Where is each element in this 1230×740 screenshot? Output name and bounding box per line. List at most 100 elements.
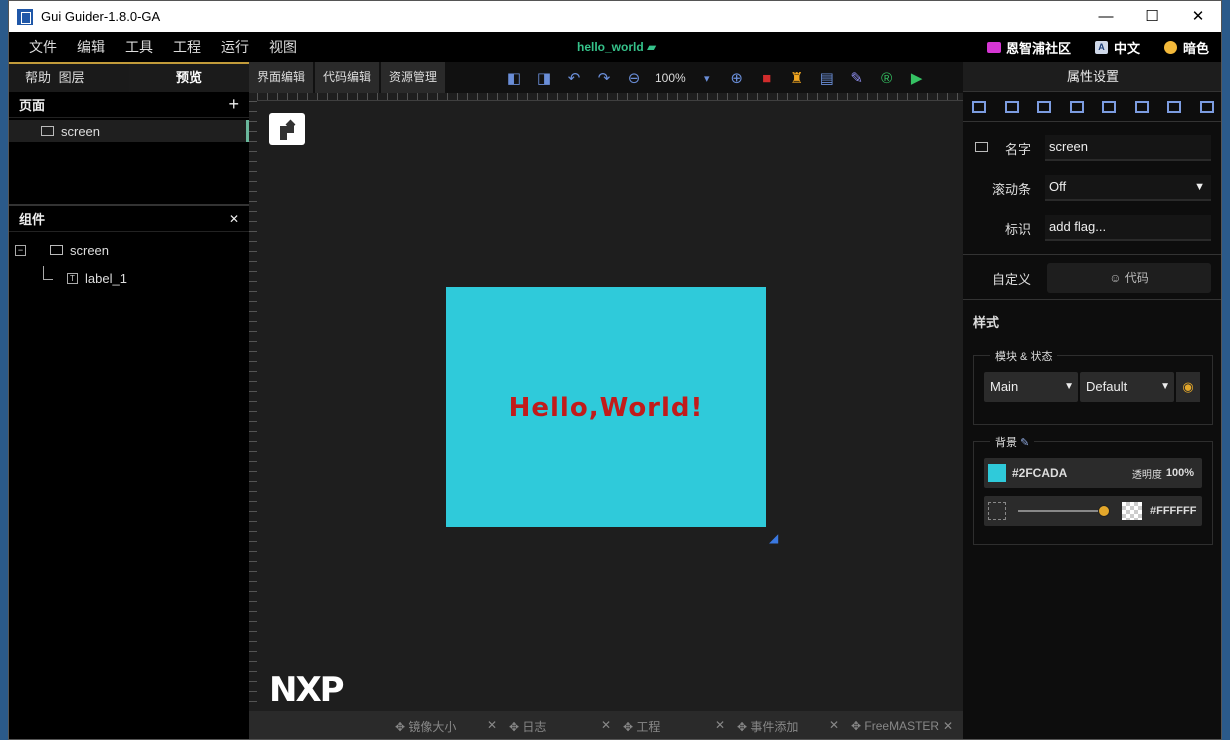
collapse-icon[interactable]: ✕ [229,212,239,226]
align-left-icon[interactable] [972,100,987,113]
monitor-icon [50,245,63,255]
tab-code-editor[interactable]: 代码编辑 [315,62,380,93]
resize-handle-icon[interactable]: ◢ [769,531,778,545]
widgets-button[interactable] [269,113,305,145]
chevron-down-icon[interactable]: ▾ [692,72,722,85]
scrollbar-select[interactable]: Off ▼ [1045,175,1211,201]
register-icon[interactable]: ® [872,70,902,87]
wrench-icon[interactable]: ✎ [842,69,872,87]
undo-icon[interactable]: ↶ [559,69,589,87]
menu-view[interactable]: 视图 [269,37,297,57]
align-right-icon[interactable] [1037,100,1052,113]
stop-icon[interactable]: ■ [752,70,782,87]
close-icon: ✕ [942,719,953,733]
tab-preview[interactable]: 预览 [129,64,249,92]
zoom-out-icon[interactable]: ⊖ [619,69,649,87]
window-title: Gui Guider-1.8.0-GA [41,9,161,24]
tab-freemaster[interactable]: ✥ FreeMASTER ✕ [845,719,959,733]
background-legend: 背景 ✎ [990,434,1035,450]
run-icon[interactable]: ▶ [902,69,932,87]
clean-icon[interactable]: ♜ [782,69,812,87]
app-logo-icon [17,8,33,25]
generate-code-icon[interactable]: ▤ [812,69,842,87]
eye-icon[interactable]: ◉ [1176,372,1200,402]
text-icon: T [67,272,78,284]
tree-item-label[interactable]: T label_1 [9,264,249,292]
nxp-logo: NXP [269,670,345,710]
tab-project[interactable]: ✥ 工程 ✕ [617,718,731,735]
add-page-button[interactable]: + [228,94,239,115]
bottom-tabs: ✥ 镜像大小 ✕ ✥ 日志 ✕ ✥ 工程 ✕ ✥ 事件添加 ✕ ✥ FreeMASTER… [249,711,963,739]
maximize-button[interactable]: ☐ [1129,1,1175,32]
close-button[interactable]: ✕ [1175,1,1221,32]
module-state-legend: 模块 & 状态 [990,348,1058,364]
language-switch[interactable]: A 中文 [1094,38,1140,57]
menu-edit[interactable]: 编辑 [77,37,105,57]
color-swatch[interactable] [988,464,1006,482]
opacity-label: 透明度 [1131,469,1162,481]
left-panel: 帮助 图层 预览 页面 + screen 组件 ✕ − screen T label… [9,62,249,739]
bg-color-row[interactable]: #2FCADA 透明度 100% [984,458,1202,488]
menu-tools[interactable]: 工具 [125,37,153,57]
menu-run[interactable]: 运行 [221,37,249,57]
design-canvas[interactable]: Hello,World! ◢ NXP [249,93,963,711]
tab-event-add[interactable]: ✥ 事件添加 ✕ [731,718,845,735]
flag-label: 标识 [1004,221,1031,237]
title-bar: Gui Guider-1.8.0-GA — ☐ ✕ [9,1,1221,32]
image-icon[interactable] [988,502,1006,520]
chevron-down-icon: ▼ [1194,181,1205,193]
expander-icon[interactable]: − [15,244,26,256]
code-icon: ☺ [1109,271,1122,285]
zoom-level[interactable]: 100% [655,71,686,85]
language-icon: A [1094,40,1108,54]
bring-front-icon[interactable]: ◧ [499,69,529,87]
components-title: 组件 [19,212,46,227]
monitor-icon [975,142,988,152]
community-icon [986,41,1001,53]
folder-icon: ▰ [647,40,657,54]
brush-icon: ✎ [1020,437,1030,449]
flag-field[interactable]: add flag... [1045,215,1211,241]
align-hcenter-icon[interactable] [1004,100,1019,113]
distribute-h-icon[interactable] [1167,100,1182,113]
transparent-swatch[interactable] [1122,502,1142,520]
label-1[interactable]: Hello,World! [446,393,766,423]
chevron-down-icon: ▼ [1160,381,1170,392]
menu-project[interactable]: 工程 [173,37,201,57]
zoom-in-icon[interactable]: ⊕ [722,69,752,87]
community-link[interactable]: 恩智浦社区 [986,38,1071,57]
close-icon: ✕ [600,717,611,732]
name-field[interactable]: screen [1045,135,1211,161]
tree-item-screen[interactable]: − screen [9,236,249,264]
tab-help-layers[interactable]: 帮助 图层 [9,64,129,92]
properties-title: 属性设置 [963,62,1221,92]
style-title: 样式 [973,315,1000,330]
gradient-slider[interactable] [1018,505,1110,517]
page-item-screen[interactable]: screen [9,120,249,142]
tab-resource-manager[interactable]: 资源管理 [381,62,446,93]
tab-image-size[interactable]: ✥ 镜像大小 ✕ [389,718,503,735]
state-select[interactable]: Default ▼ [1080,372,1174,402]
align-top-icon[interactable] [1069,100,1084,113]
align-vcenter-icon[interactable] [1102,100,1117,113]
code-button[interactable]: ☺ 代码 [1047,263,1211,293]
tab-log[interactable]: ✥ 日志 ✕ [503,718,617,735]
menu-file[interactable]: 文件 [29,37,57,57]
tab-ui-editor[interactable]: 界面编辑 [249,62,314,93]
redo-icon[interactable]: ↷ [589,69,619,87]
close-icon: ✕ [828,717,839,732]
align-toolbar [963,92,1221,122]
module-select[interactable]: Main ▼ [984,372,1078,402]
project-title: hello_world ▰ [577,40,657,54]
minimize-button[interactable]: — [1083,1,1129,32]
vertical-ruler [249,101,257,711]
theme-switch[interactable]: 暗色 [1163,38,1209,57]
palette-icon [1163,40,1177,54]
close-icon: ✕ [486,717,497,732]
close-icon: ✕ [714,717,725,732]
horizontal-ruler [257,93,963,101]
send-back-icon[interactable]: ◨ [529,69,559,87]
distribute-v-icon[interactable] [1199,100,1214,113]
screen-widget[interactable]: Hello,World! [446,287,766,527]
align-bottom-icon[interactable] [1134,100,1149,113]
